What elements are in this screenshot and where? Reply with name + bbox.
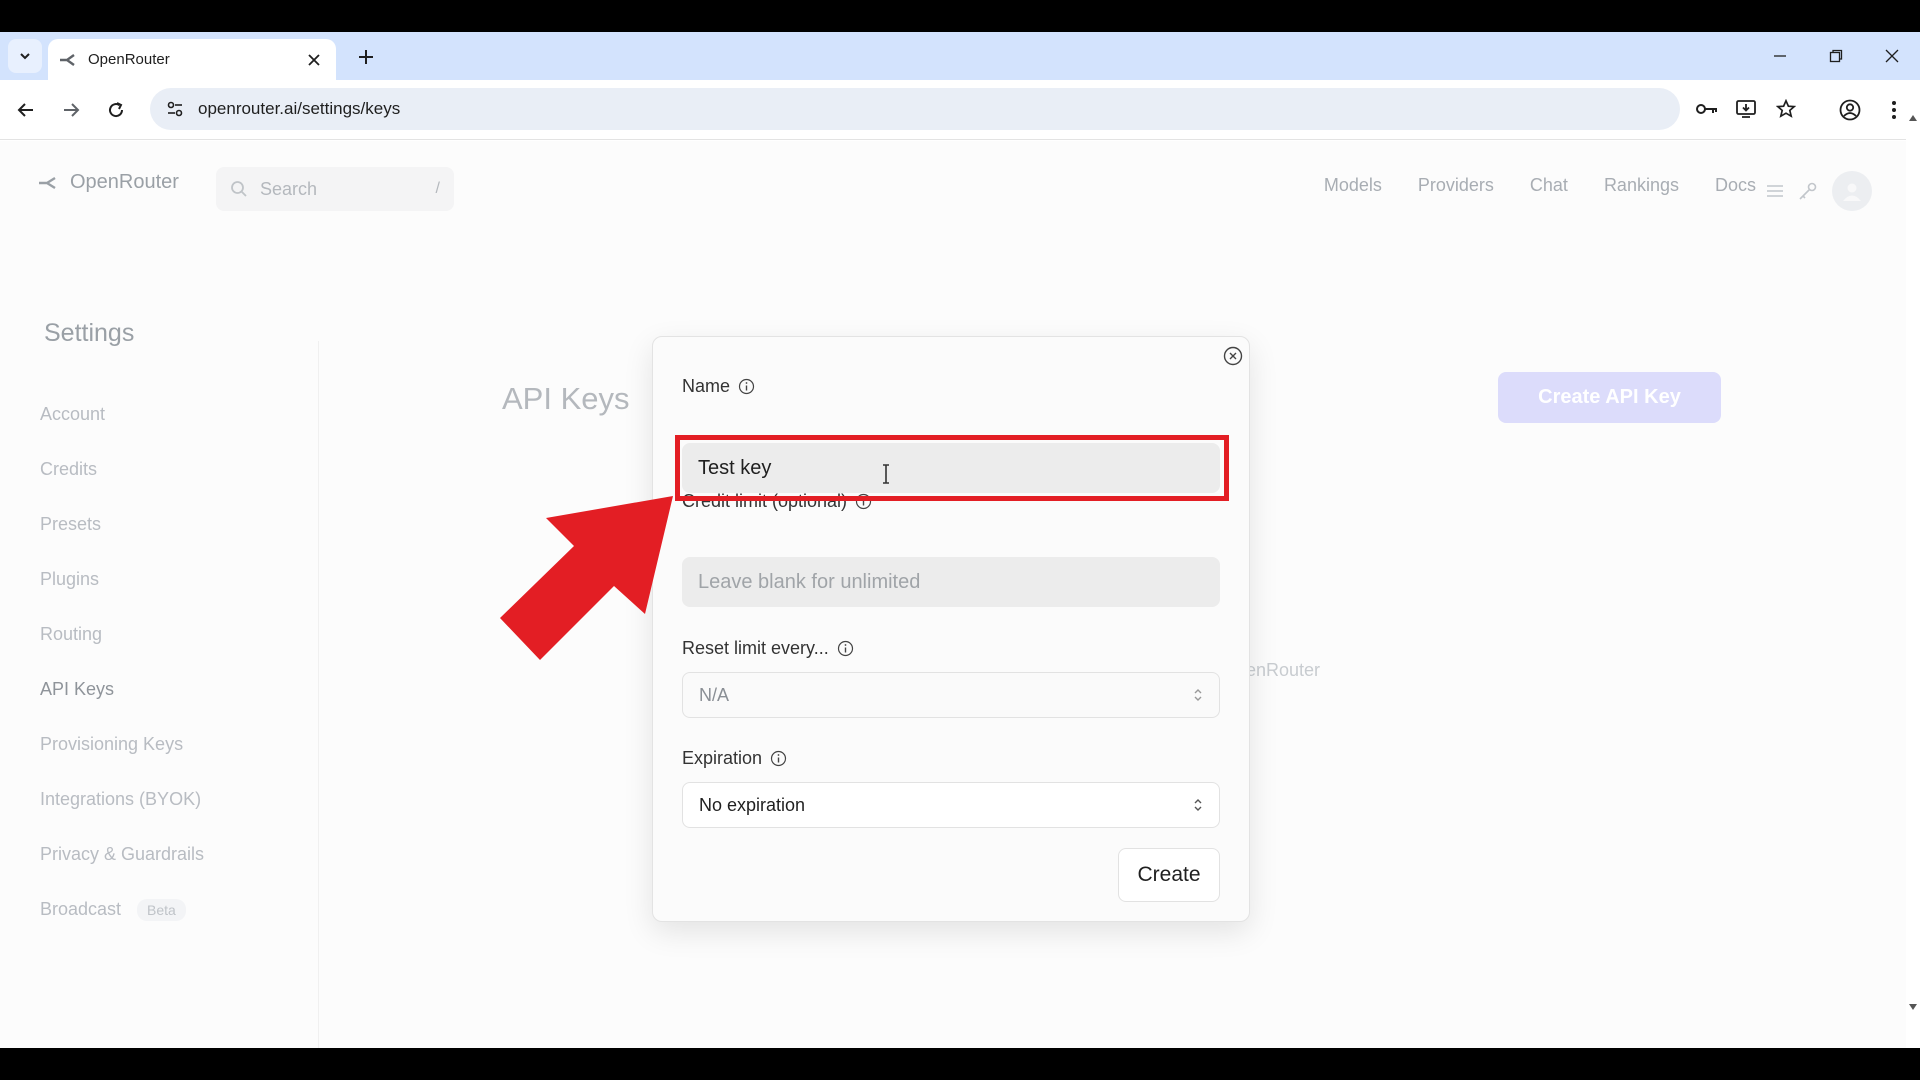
sidebar-item-credits[interactable]: Credits	[40, 442, 204, 497]
expiration-select[interactable]: No expiration	[682, 782, 1220, 828]
text-cursor-icon	[883, 464, 889, 484]
profile-icon	[1839, 99, 1861, 121]
close-circle-icon	[1223, 346, 1243, 366]
expiration-label-text: Expiration	[682, 748, 763, 768]
sidebar-item-api-keys[interactable]: API Keys	[40, 662, 204, 717]
sidebar-item-account[interactable]: Account	[40, 387, 204, 442]
reset-limit-label: Reset limit every...	[682, 638, 854, 659]
restore-icon	[1829, 49, 1843, 63]
tab-search-button[interactable]	[8, 39, 42, 73]
chevron-up-down-icon	[1194, 799, 1202, 811]
bookmark-star-icon[interactable]	[1771, 94, 1801, 124]
beta-badge: Beta	[137, 898, 186, 921]
sidebar-item-routing[interactable]: Routing	[40, 607, 204, 662]
plus-icon	[359, 50, 373, 64]
reload-icon	[109, 102, 124, 118]
highlight-box	[675, 435, 1229, 501]
minimize-icon	[1774, 55, 1786, 57]
install-app-icon[interactable]	[1731, 94, 1761, 124]
page-title: API Keys	[502, 381, 630, 416]
sidebar-item-broadcast[interactable]: Broadcast Beta	[40, 882, 204, 937]
close-window-button[interactable]	[1864, 32, 1920, 80]
nav-docs[interactable]: Docs	[1715, 175, 1756, 196]
sidebar-divider	[318, 341, 319, 1048]
key-icon[interactable]	[1798, 181, 1818, 201]
search-placeholder: Search	[260, 178, 318, 199]
browser-window: OpenRouter openrouter.ai/settings/keys O…	[0, 32, 1920, 1048]
create-key-dialog	[652, 336, 1250, 922]
chevron-up-down-icon	[1194, 689, 1202, 701]
reset-limit-select[interactable]: N/A	[682, 672, 1220, 718]
arrow-left-icon	[17, 103, 33, 117]
sidebar-item-plugins[interactable]: Plugins	[40, 552, 204, 607]
info-icon[interactable]	[738, 378, 755, 395]
chevron-down-icon	[20, 53, 30, 60]
info-icon[interactable]	[837, 640, 854, 657]
profile-button[interactable]	[1834, 94, 1866, 126]
sidebar-item-privacy[interactable]: Privacy & Guardrails	[40, 827, 204, 882]
arrow-right-icon	[64, 103, 80, 117]
tab-title: OpenRouter	[88, 51, 170, 68]
address-bar[interactable]: openrouter.ai/settings/keys	[150, 88, 1796, 130]
site-header: OpenRouter Search / Models Providers Cha…	[0, 141, 1906, 231]
nav-rankings[interactable]: Rankings	[1604, 175, 1679, 196]
brand-name: OpenRouter	[70, 171, 179, 193]
name-label-text: Name	[682, 376, 731, 396]
name-label: Name	[682, 376, 755, 397]
create-api-key-button[interactable]: Create API Key	[1498, 372, 1721, 423]
header-icons	[1766, 171, 1872, 211]
new-tab-button[interactable]	[352, 43, 380, 71]
background-text: enRouter	[1246, 660, 1321, 680]
expiration-label: Expiration	[682, 748, 787, 769]
reset-limit-value: N/A	[699, 684, 730, 705]
minimize-button[interactable]	[1752, 32, 1808, 80]
scroll-up-arrow-icon[interactable]	[1908, 113, 1918, 123]
restore-button[interactable]	[1808, 32, 1864, 80]
settings-sidebar: Account Credits Presets Plugins Routing …	[40, 387, 204, 937]
credit-limit-input[interactable]: Leave blank for unlimited	[682, 557, 1220, 607]
top-nav: Models Providers Chat Rankings Docs	[1324, 175, 1756, 196]
user-avatar[interactable]	[1832, 171, 1872, 211]
site-search-input[interactable]: Search /	[216, 167, 454, 211]
password-key-icon[interactable]	[1692, 94, 1722, 124]
settings-title: Settings	[44, 319, 135, 347]
menu-icon[interactable]	[1766, 184, 1784, 198]
browser-tab[interactable]: OpenRouter	[48, 39, 336, 80]
brand-logo[interactable]: OpenRouter	[38, 171, 179, 194]
openrouter-favicon-icon	[60, 53, 75, 66]
page-scrollbar[interactable]	[1906, 109, 1920, 1016]
sidebar-item-broadcast-label: Broadcast	[40, 899, 122, 919]
annotation-arrow	[500, 496, 673, 660]
nav-models[interactable]: Models	[1324, 175, 1382, 196]
reload-button[interactable]	[100, 94, 132, 126]
forward-button[interactable]	[55, 94, 87, 126]
more-vertical-icon	[1892, 101, 1896, 119]
tab-strip: OpenRouter	[0, 32, 1920, 80]
sidebar-item-presets[interactable]: Presets	[40, 497, 204, 552]
info-icon[interactable]	[770, 750, 787, 767]
sidebar-item-integrations[interactable]: Integrations (BYOK)	[40, 772, 204, 827]
create-button[interactable]: Create	[1118, 848, 1220, 902]
scroll-down-arrow-icon[interactable]	[1908, 1002, 1918, 1012]
url-text: openrouter.ai/settings/keys	[198, 99, 401, 118]
dialog-close-button[interactable]	[1222, 345, 1244, 367]
openrouter-logo-icon	[39, 176, 56, 189]
nav-providers[interactable]: Providers	[1418, 175, 1494, 196]
reset-limit-label-text: Reset limit every...	[682, 638, 829, 658]
search-shortcut: /	[435, 180, 440, 197]
close-icon	[1885, 49, 1899, 63]
site-info-icon[interactable]	[162, 96, 188, 122]
tab-close-icon[interactable]	[302, 48, 326, 72]
search-icon	[231, 181, 247, 197]
credit-limit-placeholder: Leave blank for unlimited	[698, 570, 921, 593]
nav-chat[interactable]: Chat	[1530, 175, 1568, 196]
sidebar-item-provisioning-keys[interactable]: Provisioning Keys	[40, 717, 204, 772]
user-icon	[1843, 183, 1861, 201]
back-button[interactable]	[10, 94, 42, 126]
screen: OpenRouter openrouter.ai/settings/keys O…	[0, 0, 1920, 1080]
expiration-value: No expiration	[699, 794, 806, 815]
browser-toolbar: openrouter.ai/settings/keys	[0, 80, 1920, 140]
